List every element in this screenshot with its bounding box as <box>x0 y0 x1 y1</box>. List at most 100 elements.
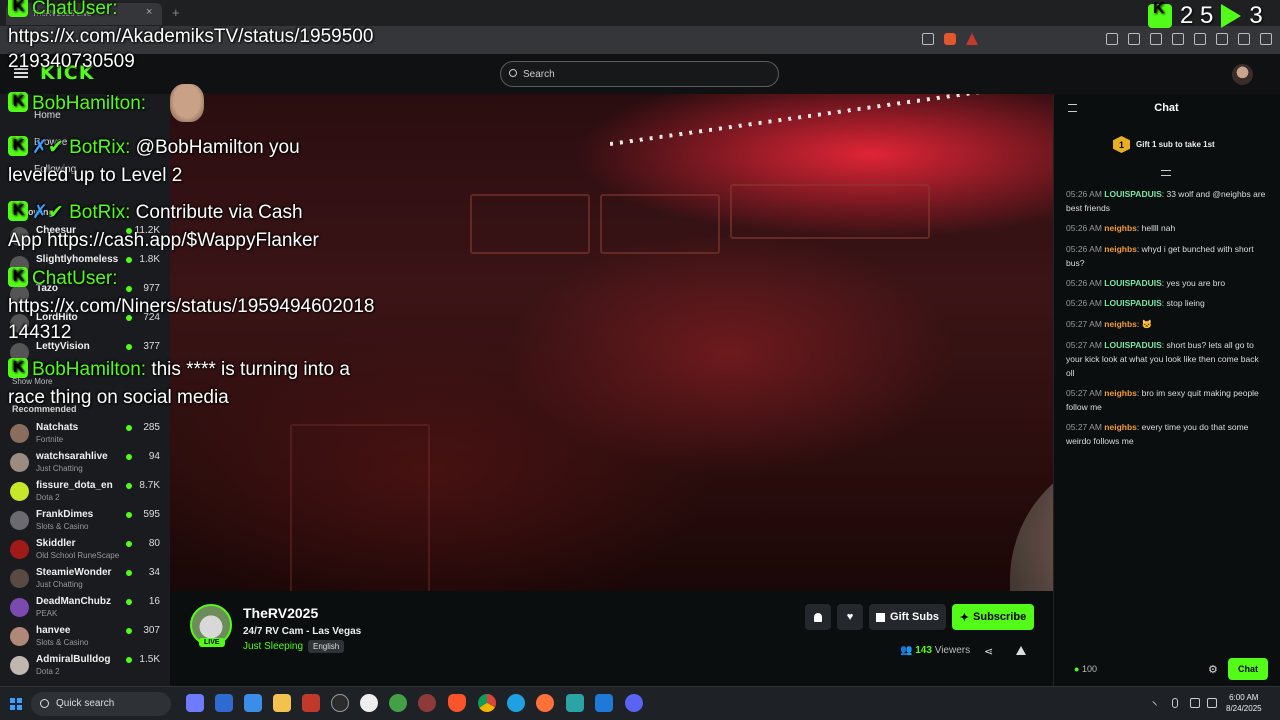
msg-user[interactable]: LOUISPADUIS <box>1104 189 1161 199</box>
recommended-channel[interactable]: FrankDimes Slots & Casino 595 <box>10 509 166 537</box>
microphone-icon[interactable] <box>1172 698 1178 708</box>
msg-time: 05:26 AM <box>1066 223 1102 233</box>
taskbar-app-icon[interactable] <box>331 694 349 712</box>
viewer-count: 16 <box>148 596 160 607</box>
share-icon[interactable]: ⋖ <box>984 645 993 658</box>
msg-user[interactable]: LOUISPADUIS <box>1104 340 1161 350</box>
firefox-icon[interactable] <box>536 694 554 712</box>
user-avatar[interactable] <box>1232 64 1253 85</box>
discord-icon[interactable] <box>625 694 643 712</box>
overlay-line: App https://cash.app/$WappyFlanker <box>8 230 319 251</box>
channel-category: Just Chatting <box>36 580 83 589</box>
cabinet <box>290 424 430 591</box>
gift-icon <box>876 612 886 622</box>
extensions-icon[interactable] <box>1106 33 1118 45</box>
msg-user[interactable]: neighbs <box>1104 319 1137 329</box>
brave-rewards-icon[interactable] <box>966 33 978 45</box>
network-icon[interactable] <box>1190 698 1200 708</box>
gift-subs-button[interactable]: Gift Subs <box>869 604 946 630</box>
search-input[interactable]: Search <box>500 61 779 87</box>
share-icon[interactable] <box>922 33 934 45</box>
chrome-icon[interactable] <box>478 694 496 712</box>
recommended-channel[interactable]: DeadManChubz PEAK 16 <box>10 596 166 624</box>
wallet-icon[interactable] <box>1194 33 1206 45</box>
windows-start-icon[interactable] <box>9 697 23 711</box>
msg-user[interactable]: LOUISPADUIS <box>1104 298 1161 308</box>
recommended-channel[interactable]: hanvee Slots & Casino 307 <box>10 625 166 653</box>
subscribe-button[interactable]: ✦ Subscribe <box>952 604 1034 630</box>
recommended-channel[interactable]: watchsarahlive Just Chatting 94 <box>10 451 166 479</box>
chat-title: Chat <box>1154 102 1179 114</box>
recommended-channel[interactable]: fissure_dota_en Dota 2 8.7K <box>10 480 166 508</box>
vpn-icon[interactable] <box>1238 33 1250 45</box>
live-badge: LIVE <box>199 638 225 647</box>
msg-user[interactable]: LOUISPADUIS <box>1104 278 1161 288</box>
channel-category: PEAK <box>36 609 58 618</box>
gift-leaderboard-pin[interactable]: 1 Gift 1 sub to take 1st <box>1113 136 1215 153</box>
brave-shield-icon[interactable] <box>944 33 956 45</box>
taskbar-app-icon[interactable] <box>215 694 233 712</box>
taskbar-app-icon[interactable] <box>389 694 407 712</box>
cabinet <box>600 194 720 254</box>
pinned-filter-icon[interactable] <box>1161 170 1171 176</box>
kick-badge-icon <box>8 263 28 291</box>
screenshot-icon[interactable] <box>1128 33 1140 45</box>
channel-name: watchsarahlive <box>36 451 108 462</box>
msg-time: 05:27 AM <box>1066 340 1102 350</box>
taskbar-app-icon[interactable] <box>566 694 584 712</box>
system-clock[interactable]: 6:00 AM 8/24/2025 <box>1226 692 1262 714</box>
vscode-icon[interactable] <box>595 694 613 712</box>
recommended-channel[interactable]: SteamieWonder Just Chatting 34 <box>10 567 166 595</box>
recommended-channel[interactable]: AdmiralBulldog Dota 2 1.5K <box>10 654 166 682</box>
sidebar-icon[interactable] <box>1172 33 1184 45</box>
channel-name: Slightlyhomeless <box>36 254 119 265</box>
viewers-label: Viewers <box>934 645 971 656</box>
quick-search-input[interactable]: Quick search <box>31 692 171 716</box>
gift-pin-text: Gift 1 sub to take 1st <box>1136 140 1215 149</box>
taskbar-app-icon[interactable] <box>418 694 436 712</box>
notification-bell-button[interactable] <box>805 604 831 630</box>
music-icon[interactable] <box>1150 33 1162 45</box>
overlay-line: leveled up to Level 2 <box>8 165 183 186</box>
close-tab-icon[interactable]: × <box>146 6 152 18</box>
msg-user[interactable]: neighbs <box>1104 244 1137 254</box>
play-icon <box>1221 4 1242 28</box>
channel-category: Slots & Casino <box>36 522 89 531</box>
leo-icon[interactable] <box>1216 33 1228 45</box>
search-icon <box>40 699 49 708</box>
chat-settings-icon[interactable]: ⚙ <box>1208 663 1218 676</box>
volume-icon[interactable] <box>1207 698 1217 708</box>
new-tab-button[interactable]: + <box>172 5 180 20</box>
recommended-channel[interactable]: Skiddler Old School RuneScape 80 <box>10 538 166 566</box>
streamer-name[interactable]: TheRV2025 <box>243 605 318 621</box>
edge-icon[interactable] <box>507 694 525 712</box>
bell-icon <box>814 612 822 622</box>
channel-points[interactable]: ● 100 <box>1074 664 1097 674</box>
overlay-user: BobHamilton: <box>32 93 147 114</box>
cabinet <box>470 194 590 254</box>
taskbar-app-icon[interactable] <box>302 694 320 712</box>
tools-icon: ✗ <box>32 137 48 158</box>
taskbar-app-icon[interactable] <box>186 694 204 712</box>
video-player[interactable] <box>170 94 1053 591</box>
follow-button[interactable]: ♥ <box>837 604 863 630</box>
live-dot-icon <box>126 541 132 547</box>
taskbar-app-icon[interactable] <box>244 694 262 712</box>
counter-a: 2 5 <box>1180 2 1214 29</box>
msg-user[interactable]: neighbs <box>1104 422 1137 432</box>
report-icon[interactable] <box>1016 646 1026 655</box>
file-explorer-icon[interactable] <box>273 694 291 712</box>
msg-user[interactable]: neighbs <box>1104 388 1137 398</box>
avatar <box>10 656 29 675</box>
recommended-channel[interactable]: Natchats Fortnite 285 <box>10 422 166 450</box>
send-chat-button[interactable]: Chat <box>1228 658 1268 680</box>
language-tag[interactable]: English <box>308 640 345 653</box>
chat-message: 05:26 AM LOUISPADUIS: stop lieing <box>1066 296 1266 310</box>
menu-icon[interactable] <box>1260 33 1272 45</box>
overlay-user: ChatUser: <box>32 0 118 19</box>
obs-icon[interactable] <box>360 694 378 712</box>
brave-icon[interactable] <box>448 694 466 712</box>
live-dot-icon <box>126 257 132 263</box>
msg-user[interactable]: neighbs <box>1104 223 1137 233</box>
stream-category[interactable]: Just Sleeping <box>243 641 303 652</box>
